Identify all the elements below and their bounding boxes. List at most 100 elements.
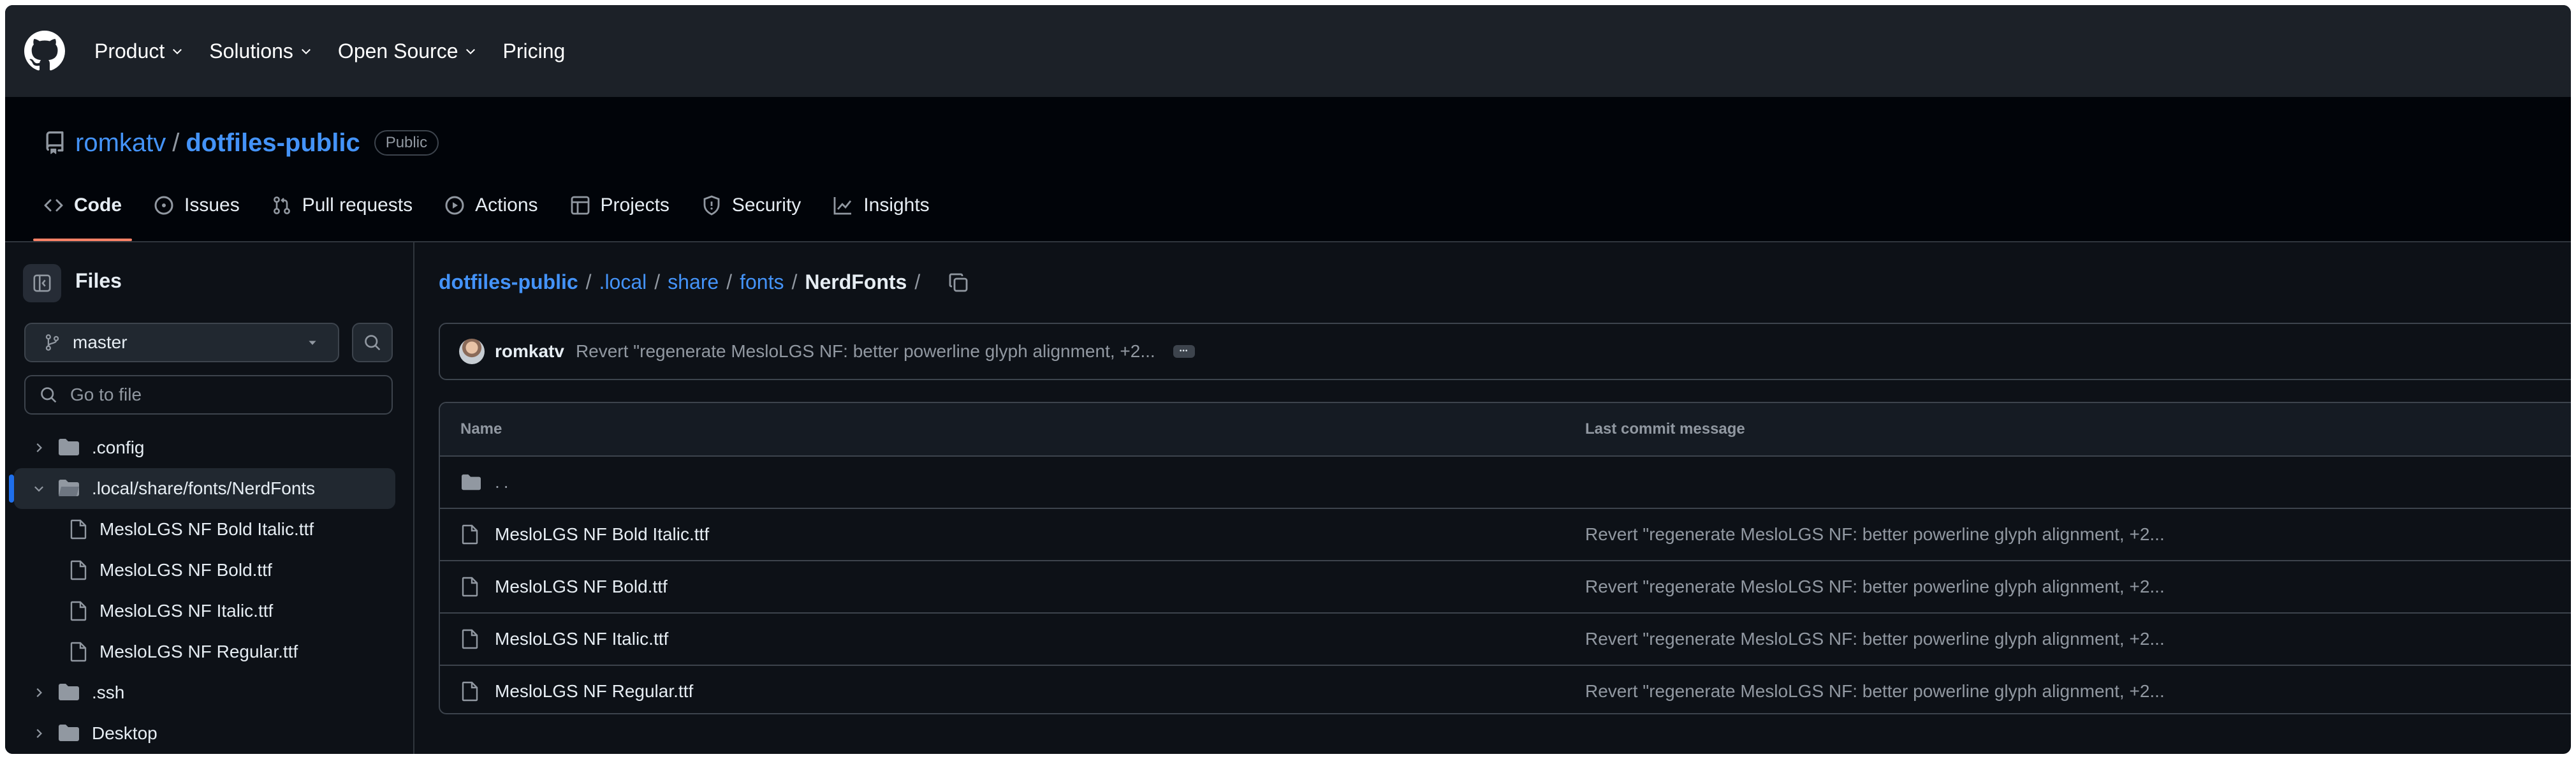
parent-directory-row[interactable]: .. [440,457,2571,509]
nav-solutions-label: Solutions [209,39,293,63]
file-table: Name Last commit message .. MesloLGS NF … [439,402,2571,714]
breadcrumb-repo-link[interactable]: dotfiles-public [439,270,578,294]
nav-pricing-label: Pricing [502,39,566,63]
latest-commit-bar: romkatv Revert "regenerate MesloLGS NF: … [439,323,2571,380]
tree-item-italic[interactable]: MesloLGS NF Italic.ttf [5,591,413,631]
tab-actions-label: Actions [475,195,538,216]
commit-message-link[interactable]: Revert "regenerate MesloLGS NF: better p… [1585,681,2165,702]
sidebar-collapse-icon [33,274,51,292]
avatar[interactable] [459,339,485,364]
chevron-down-icon [466,48,476,55]
branch-icon [45,334,59,351]
collapse-sidebar-button[interactable] [23,264,61,302]
table-row[interactable]: MesloLGS NF Italic.ttf Revert "regenerat… [440,614,2571,666]
expand-commit-button[interactable]: ••• [1173,345,1195,358]
app-window: Product Solutions Open Source Pricing ro… [5,5,2571,754]
tree-item-regular[interactable]: MesloLGS NF Regular.ttf [5,631,413,672]
tree-item-label: MesloLGS NF Bold.ttf [99,560,272,580]
repo-name-link[interactable]: dotfiles-public [186,129,360,158]
global-nav: Product Solutions Open Source Pricing [94,5,590,97]
tab-code[interactable]: Code [33,186,132,241]
global-header: Product Solutions Open Source Pricing [5,5,2571,97]
commit-message-link[interactable]: Revert "regenerate MesloLGS NF: better p… [1585,524,2165,545]
graph-icon [833,197,852,215]
tab-issues[interactable]: Issues [154,186,240,225]
tab-projects[interactable]: Projects [570,186,670,225]
breadcrumb: dotfiles-public / .local / share / fonts… [439,270,969,294]
tab-actions[interactable]: Actions [444,186,538,225]
breadcrumb-separator: / [726,270,733,293]
file-icon [462,629,478,649]
breadcrumb-separator: / [654,270,661,293]
visibility-badge: Public [374,130,439,156]
caret-down-icon [309,341,316,345]
breadcrumb-separator: / [585,270,592,293]
tree-item-label: .config [92,438,145,457]
repo-tabs: Code Issues Pull requests Actions Projec… [33,186,962,241]
tree-item-label: .ssh [92,682,125,702]
parent-directory-label: .. [495,472,513,492]
breadcrumb-share-link[interactable]: share [668,270,719,294]
table-row[interactable]: MesloLGS NF Bold.ttf Revert "regenerate … [440,561,2571,614]
file-icon [70,642,87,662]
breadcrumb-local-link[interactable]: .local [599,270,647,294]
tree-item-config[interactable]: .config [5,427,413,468]
tree-item-label: MesloLGS NF Regular.ttf [99,642,298,661]
commit-message-link[interactable]: Revert "regenerate MesloLGS NF: better p… [576,341,1155,362]
table-row[interactable]: MesloLGS NF Regular.ttf Revert "regenera… [440,666,2571,713]
nav-open-source-label: Open Source [337,39,458,63]
commit-message-link[interactable]: Revert "regenerate MesloLGS NF: better p… [1585,629,2165,649]
file-icon [462,577,478,597]
commit-author-link[interactable]: romkatv [495,341,564,362]
file-icon [462,681,478,702]
nav-product[interactable]: Product [94,40,184,63]
tab-code-label: Code [74,195,122,216]
branch-name: master [73,332,128,352]
file-name-link[interactable]: MesloLGS NF Bold Italic.ttf [495,524,709,545]
file-name-link[interactable]: MesloLGS NF Italic.ttf [495,629,668,649]
go-to-file-field[interactable] [24,375,393,415]
search-icon [41,387,57,403]
table-header: Name Last commit message [440,403,2571,457]
folder-icon [59,684,79,700]
tab-insights[interactable]: Insights [833,186,930,225]
breadcrumb-current: NerdFonts [805,270,907,293]
tree-item-desktop[interactable]: Desktop [5,713,413,754]
chevron-down-icon [301,48,311,55]
tree-item-label: MesloLGS NF Bold Italic.ttf [99,519,314,539]
tree-item-label: Desktop [92,723,157,743]
search-files-button[interactable] [352,323,393,362]
file-icon [70,601,87,621]
tab-security[interactable]: Security [701,186,801,225]
file-name-link[interactable]: MesloLGS NF Regular.ttf [495,681,693,702]
nav-solutions[interactable]: Solutions [209,40,312,63]
repo-owner-link[interactable]: romkatv [75,129,166,158]
chevron-down-icon [173,48,182,55]
branch-selector[interactable]: master [24,323,339,362]
file-icon [70,519,87,540]
chevron-right-icon [36,729,42,738]
repo-separator: / [172,128,180,157]
tree-item-bold-italic[interactable]: MesloLGS NF Bold Italic.ttf [5,509,413,550]
tree-item-ssh[interactable]: .ssh [5,672,413,713]
tab-issues-label: Issues [184,195,240,216]
github-logo-icon[interactable] [24,31,65,71]
commit-message-link[interactable]: Revert "regenerate MesloLGS NF: better p… [1585,577,2165,597]
tab-pull-requests-label: Pull requests [302,195,413,216]
chevron-down-icon [34,486,43,492]
breadcrumb-fonts-link[interactable]: fonts [740,270,784,294]
file-name-link[interactable]: MesloLGS NF Bold.ttf [495,577,668,597]
tree-item-nerdfonts[interactable]: .local/share/fonts/NerdFonts [9,468,395,509]
tree-item-bold[interactable]: MesloLGS NF Bold.ttf [5,550,413,591]
nav-open-source[interactable]: Open Source [338,40,478,63]
nav-pricing[interactable]: Pricing [502,40,565,63]
tree-item-label: MesloLGS NF Italic.ttf [99,601,274,621]
tab-pull-requests[interactable]: Pull requests [272,186,413,225]
folder-icon [59,439,79,455]
chevron-right-icon [36,443,42,452]
file-tree-sidebar: Files master .config .local/share/fonts/… [5,242,414,754]
repo-header: romkatv / dotfiles-public Public Code Is… [5,97,2571,242]
table-row[interactable]: MesloLGS NF Bold Italic.ttf Revert "rege… [440,509,2571,561]
copy-icon[interactable] [948,272,969,293]
go-to-file-input[interactable] [69,384,377,406]
